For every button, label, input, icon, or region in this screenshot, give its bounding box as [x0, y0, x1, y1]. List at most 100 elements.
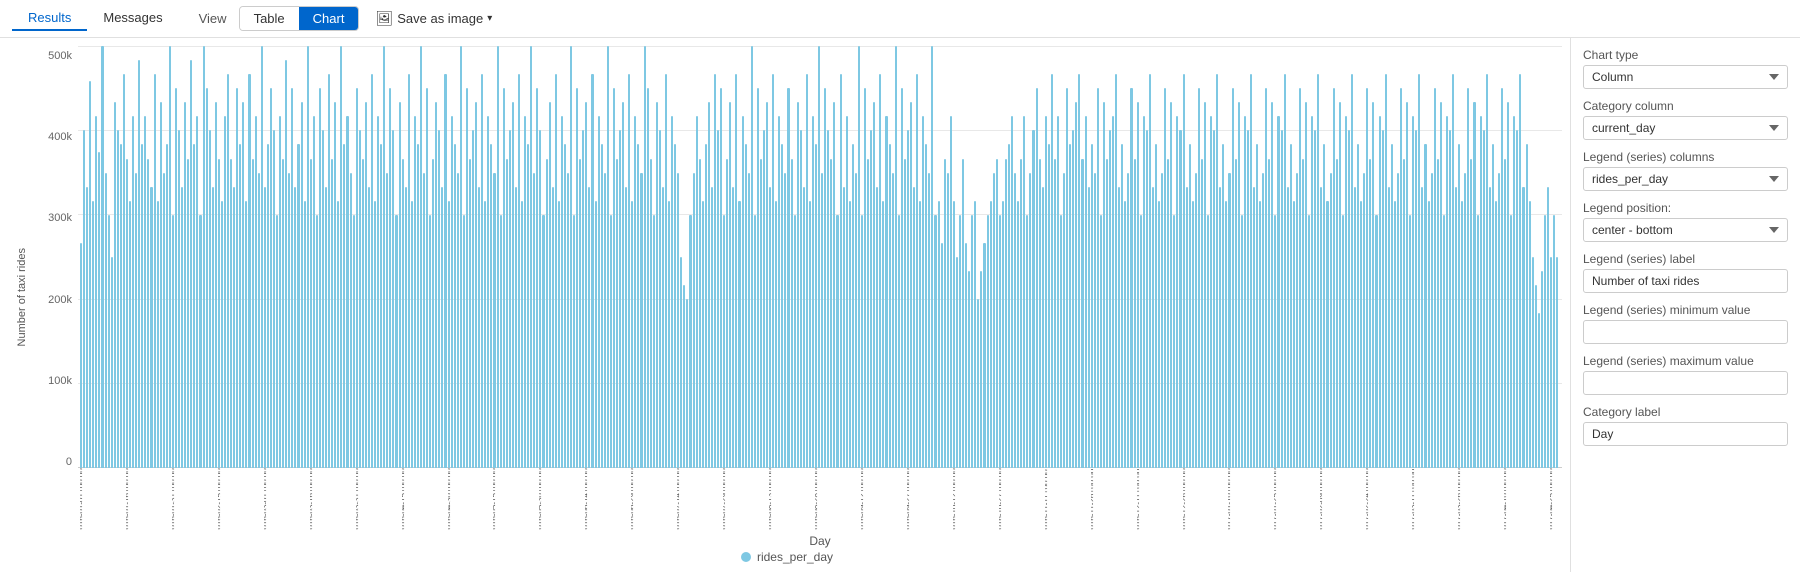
x-label: [824, 468, 826, 530]
x-label: [680, 468, 682, 530]
x-label: [105, 468, 107, 530]
bar: [913, 187, 915, 468]
x-label: [1103, 468, 1105, 530]
x-label: [947, 468, 949, 530]
x-label: [420, 468, 422, 530]
bar: [417, 144, 419, 468]
x-label: [996, 468, 998, 530]
x-label: [849, 468, 851, 530]
bar: [1434, 88, 1436, 468]
bar: [938, 201, 940, 468]
bar: [821, 173, 823, 468]
bar: [662, 187, 664, 468]
x-label: [1529, 468, 1531, 530]
x-label: 2016-05-15T00:00...: [493, 468, 495, 530]
series-min-input[interactable]: [1583, 320, 1788, 344]
bar: [316, 215, 318, 468]
bar: [1535, 285, 1537, 468]
x-label: [270, 468, 272, 530]
x-label: 2017-01-10T00:00...: [1228, 468, 1230, 530]
bar: [677, 173, 679, 468]
bar: [607, 46, 609, 468]
save-as-image-button[interactable]: 🖼 Save as image ▾: [367, 6, 500, 31]
bar: [558, 201, 560, 468]
bar: [279, 116, 281, 468]
x-label: [365, 468, 367, 530]
bar: [1075, 102, 1077, 468]
legend-position-select[interactable]: center - bottom center - top left - cent…: [1583, 218, 1788, 242]
bar: [313, 116, 315, 468]
bar: [941, 243, 943, 468]
bar: [1326, 201, 1328, 468]
x-label: [1431, 468, 1433, 530]
x-label: [399, 468, 401, 530]
bar: [766, 102, 768, 468]
x-label: [1293, 468, 1295, 530]
tab-messages[interactable]: Messages: [87, 6, 178, 31]
bar: [95, 116, 97, 468]
x-label: [1167, 468, 1169, 530]
category-label-input[interactable]: [1583, 422, 1788, 446]
x-label: [726, 468, 728, 530]
x-label: [836, 468, 838, 530]
x-label: [1434, 468, 1436, 530]
x-label: [1428, 468, 1430, 530]
x-label: [1008, 468, 1010, 530]
bar: [1486, 74, 1488, 468]
x-label: 2016-09-12T00:00...: [861, 468, 863, 530]
x-label: [925, 468, 927, 530]
x-label: [503, 468, 505, 530]
x-label: [1002, 468, 1004, 530]
bar: [460, 46, 462, 468]
bar: [245, 201, 247, 468]
x-label: [1461, 468, 1463, 530]
x-label: [1198, 468, 1200, 530]
tab-results[interactable]: Results: [12, 6, 87, 31]
bar: [383, 46, 385, 468]
bar: [552, 187, 554, 468]
series-label-input[interactable]: [1583, 269, 1788, 293]
x-label: [919, 468, 921, 530]
bar: [925, 144, 927, 468]
x-label: [564, 468, 566, 530]
x-label: [757, 468, 759, 530]
x-label: [720, 468, 722, 530]
x-label: [282, 468, 284, 530]
bar: [1323, 144, 1325, 468]
x-label: [138, 468, 140, 530]
bar: [1516, 130, 1518, 468]
bar: [656, 102, 658, 468]
bar: [870, 130, 872, 468]
chart-view-button[interactable]: Chart: [299, 7, 359, 30]
x-label: [1400, 468, 1402, 530]
bar: [212, 187, 214, 468]
x-label: [809, 468, 811, 530]
bar: [536, 88, 538, 468]
x-label: 2016-08-28T00:00...: [815, 468, 817, 530]
bar: [441, 187, 443, 468]
chart-type-select[interactable]: Column Bar Line Scatter Pie: [1583, 65, 1788, 89]
series-max-input[interactable]: [1583, 371, 1788, 395]
x-label: [1302, 468, 1304, 530]
x-label: [595, 468, 597, 530]
bar: [889, 144, 891, 468]
x-label: [650, 468, 652, 530]
bar: [1204, 102, 1206, 468]
bar: [426, 88, 428, 468]
x-label: [325, 468, 327, 530]
category-column-select[interactable]: current_day: [1583, 116, 1788, 140]
bar: [971, 215, 973, 468]
x-label: [827, 468, 829, 530]
bar: [1265, 88, 1267, 468]
bar: [1526, 144, 1528, 468]
x-label: [610, 468, 612, 530]
bar: [169, 46, 171, 468]
x-label: [625, 468, 627, 530]
legend-series-select[interactable]: rides_per_day: [1583, 167, 1788, 191]
x-label: [313, 468, 315, 530]
x-label: [840, 468, 842, 530]
bar: [101, 46, 103, 468]
bar: [864, 88, 866, 468]
table-view-button[interactable]: Table: [240, 7, 299, 30]
bar: [732, 187, 734, 468]
